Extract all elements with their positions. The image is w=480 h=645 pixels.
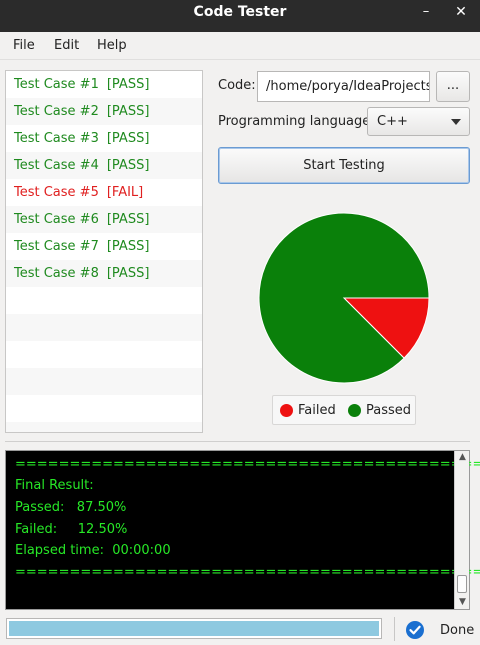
language-selected: C++ (377, 114, 408, 129)
test-result: [FAIL] (106, 185, 144, 200)
failed-legend-dot (280, 404, 293, 417)
empty-row (6, 314, 202, 341)
minimize-icon[interactable]: – (416, 2, 436, 22)
empty-row (6, 341, 202, 368)
menu-bar: File Edit Help (0, 32, 480, 60)
test-result: [PASS] (106, 77, 150, 92)
output-console[interactable]: ========================================… (5, 450, 480, 610)
progress-bar (6, 618, 382, 639)
menu-help[interactable]: Help (97, 32, 127, 60)
test-name: Test Case #5 (14, 185, 99, 200)
list-item[interactable]: Test Case #7 [PASS] (6, 233, 202, 260)
test-result: [PASS] (106, 239, 150, 254)
result-pie-chart (258, 212, 430, 384)
empty-row (6, 368, 202, 395)
list-item[interactable]: Test Case #6 [PASS] (6, 206, 202, 233)
chevron-down-icon (451, 119, 461, 125)
progress-fill (9, 621, 379, 636)
divider (5, 441, 470, 442)
empty-row (6, 422, 202, 432)
title-bar: Code Tester – ✕ (0, 0, 480, 32)
start-testing-button[interactable]: Start Testing (218, 147, 470, 184)
test-result: [PASS] (106, 266, 150, 281)
test-name: Test Case #8 (14, 266, 99, 281)
test-name: Test Case #7 (14, 239, 99, 254)
list-item[interactable]: Test Case #5 [FAIL] (6, 179, 202, 206)
language-label: Programming language: (218, 114, 375, 129)
menu-edit[interactable]: Edit (54, 32, 79, 60)
test-name: Test Case #2 (14, 104, 99, 119)
console-line: Elapsed time: 00:00:00 (15, 543, 171, 558)
test-name: Test Case #3 (14, 131, 99, 146)
scroll-down-icon[interactable]: ▼ (457, 597, 468, 607)
code-path-input[interactable]: /home/porya/IdeaProjects/ (257, 71, 430, 102)
language-select[interactable]: C++ (367, 107, 470, 136)
code-label: Code: (218, 78, 256, 93)
console-line: Passed: 87.50% (15, 500, 127, 515)
empty-row (6, 287, 202, 314)
close-icon[interactable]: ✕ (451, 2, 471, 22)
test-name: Test Case #6 (14, 212, 99, 227)
test-result: [PASS] (106, 104, 150, 119)
console-scrollbar[interactable]: ▲ ▼ (454, 451, 469, 609)
check-circle-icon (406, 621, 424, 639)
legend-failed-label: Failed (298, 403, 336, 418)
list-item[interactable]: Test Case #8 [PASS] (6, 260, 202, 287)
passed-legend-dot (348, 404, 361, 417)
legend-passed-label: Passed (366, 403, 412, 418)
list-item[interactable]: Test Case #2 [PASS] (6, 98, 202, 125)
status-divider (394, 617, 395, 641)
console-line: Final Result: (15, 478, 94, 493)
browse-button[interactable]: ... (436, 71, 470, 102)
status-text: Done (440, 623, 475, 638)
console-line: Failed: 12.50% (15, 522, 128, 537)
scroll-thumb[interactable] (457, 575, 467, 593)
console-line: ========================================… (15, 565, 480, 580)
list-item[interactable]: Test Case #1 [PASS] (6, 71, 202, 98)
scroll-up-icon[interactable]: ▲ (457, 452, 468, 462)
test-result: [PASS] (106, 131, 150, 146)
list-item[interactable]: Test Case #3 [PASS] (6, 125, 202, 152)
pie-slice-passed (258, 212, 430, 384)
console-line: ========================================… (15, 457, 480, 472)
menu-file[interactable]: File (13, 32, 35, 60)
test-result: [PASS] (106, 212, 150, 227)
window-title: Code Tester (193, 4, 287, 20)
list-item[interactable]: Test Case #4 [PASS] (6, 152, 202, 179)
empty-row (6, 395, 202, 422)
test-name: Test Case #1 (14, 77, 99, 92)
test-case-list[interactable]: Test Case #1 [PASS] Test Case #2 [PASS] Te… (5, 70, 203, 433)
test-result: [PASS] (106, 158, 150, 173)
chart-legend: Failed Passed (272, 395, 416, 425)
test-name: Test Case #4 (14, 158, 99, 173)
